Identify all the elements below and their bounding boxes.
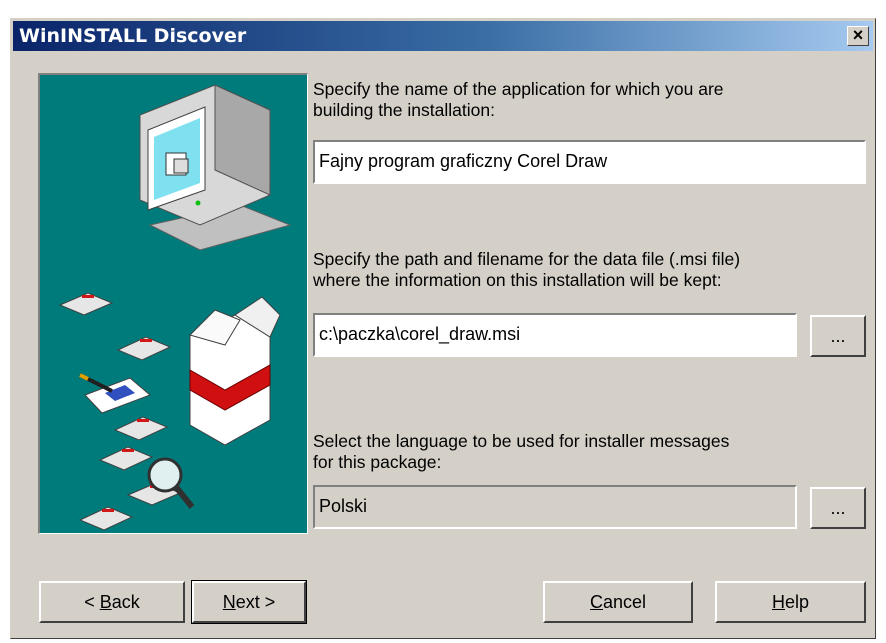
next-button[interactable]: Next > [191, 580, 307, 624]
back-rest: ack [111, 592, 140, 612]
wizard-illustration [38, 73, 308, 534]
app-name-input[interactable]: Fajny program graficzny Corel Draw [313, 140, 866, 184]
browse-ellipsis: ... [830, 326, 846, 346]
floppy-disk-icon [58, 292, 182, 531]
help-rest: elp [784, 592, 810, 612]
wizard-illustration-graphic [58, 84, 292, 531]
back-accel: B [99, 592, 112, 612]
back-arrow-text: < [84, 592, 100, 612]
back-button[interactable]: < Back [39, 581, 185, 623]
msi-path-browse-button[interactable]: ... [810, 315, 866, 357]
cancel-rest: ancel [602, 592, 647, 612]
app-name-label: Specify the name of the application for … [313, 79, 724, 120]
cancel-accel: C [589, 592, 603, 612]
computer-monitor-icon [139, 84, 292, 251]
close-button[interactable]: × [847, 26, 869, 46]
cancel-button[interactable]: Cancel [543, 581, 693, 623]
language-field[interactable]: Polski [313, 485, 797, 529]
notepad-pencil-icon [79, 373, 151, 414]
msi-path-input[interactable]: c:\paczka\corel_draw.msi [313, 313, 797, 357]
title-bar[interactable]: WinINSTALL Discover × [13, 21, 873, 51]
msi-path-label: Specify the path and filename for the da… [313, 249, 741, 290]
help-button[interactable]: Help [715, 581, 866, 623]
language-browse-button[interactable]: ... [810, 487, 866, 529]
help-accel: H [771, 592, 785, 612]
next-rest: ext > [235, 592, 276, 612]
window-title: WinINSTALL Discover [19, 25, 247, 47]
close-icon: × [852, 25, 864, 45]
browse-ellipsis: ... [830, 498, 846, 518]
package-box-icon [189, 296, 281, 446]
language-label: Select the language to be used for insta… [313, 431, 730, 472]
dialog-window: WinINSTALL Discover × Specify the name o… [10, 18, 876, 639]
next-accel: N [222, 592, 236, 612]
